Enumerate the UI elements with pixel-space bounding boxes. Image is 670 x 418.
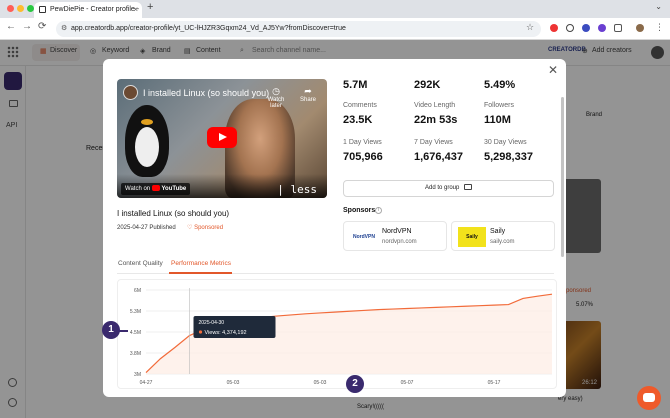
tab-list-dropdown[interactable]: ⌄ — [655, 2, 662, 11]
saily-logo-icon: Saily — [458, 227, 486, 247]
video-detail-modal: ✕ I installed Linux (so should you) ◷ Wat… — [103, 59, 566, 397]
annotation-marker-2: 2 — [346, 375, 364, 393]
info-icon[interactable]: i — [375, 207, 382, 214]
x-tick-label: 04-27 — [140, 380, 153, 386]
add-to-group-label: Add to group — [424, 185, 460, 191]
profile-avatar[interactable] — [636, 24, 644, 32]
sponsored-badge: ♡ Sponsored — [187, 224, 223, 231]
x-tick-label: 05-17 — [488, 380, 501, 386]
thirty-day-views-label: 30 Day Views — [484, 139, 527, 146]
engagement-value: 5.49% — [484, 79, 516, 91]
seven-day-views-label: 7 Day Views — [414, 139, 453, 146]
heart-icon: ♡ — [187, 225, 193, 231]
seven-day-views-value: 1,676,437 — [414, 151, 463, 163]
extension-red-icon[interactable] — [550, 24, 558, 32]
favicon-icon — [39, 6, 46, 13]
url-text: app.creatordb.app/creator-profile/yt_UC-… — [71, 25, 346, 32]
tux-penguin-image — [125, 105, 169, 177]
sponsors-heading: Sponsors — [343, 207, 376, 214]
watch-later-button[interactable]: ◷ Watch later — [261, 86, 291, 109]
forward-button[interactable]: → — [22, 21, 32, 32]
tab-performance-metrics[interactable]: Performance Metrics — [171, 260, 231, 267]
share-label: Share — [299, 97, 316, 103]
new-tab-button[interactable]: + — [147, 1, 153, 13]
clock-icon: ◷ — [272, 86, 280, 96]
sponsor-url: saily.com — [490, 239, 515, 245]
comments-label: Comments — [343, 102, 377, 109]
extension-purple-icon[interactable] — [598, 24, 606, 32]
comments-value: 23.5K — [343, 114, 373, 126]
one-day-views-value: 705,966 — [343, 151, 383, 163]
url-input[interactable]: ⚙ app.creatordb.app/creator-profile/yt_U… — [56, 21, 541, 37]
one-day-views-label: 1 Day Views — [343, 139, 382, 146]
youtube-logo-icon — [151, 185, 160, 192]
extension-circle-icon[interactable] — [566, 24, 574, 32]
site-info-icon[interactable]: ⚙ — [61, 21, 67, 37]
x-tick-label: 05-03 — [314, 380, 327, 386]
play-icon[interactable] — [207, 127, 237, 148]
share-button[interactable]: ➦ Share — [297, 86, 319, 103]
window-zoom-button[interactable] — [27, 5, 34, 12]
bookmark-star-icon[interactable]: ☆ — [526, 22, 534, 33]
add-to-group-button[interactable]: Add to group — [343, 180, 554, 197]
annotation-marker-1: 1 — [102, 321, 120, 339]
y-tick-label: 4.5M — [130, 330, 141, 336]
y-tick-label: 3.8M — [130, 351, 141, 357]
nordvpn-logo-icon: NordVPN — [353, 234, 375, 240]
extension-blue-icon[interactable] — [582, 24, 590, 32]
folder-plus-icon — [464, 184, 473, 191]
video-overlay-text: | less — [277, 183, 317, 196]
sponsor-card-saily[interactable]: Saily Saily saily.com — [451, 221, 555, 251]
performance-chart[interactable]: 3M 3.8M 4.5M 5.3M 6M 04-27 05-03 05-03 05-07 05-1… — [117, 279, 557, 389]
chat-support-button[interactable] — [637, 386, 661, 410]
performance-chart-svg: 3M 3.8M 4.5M 5.3M 6M 04-27 05-03 05-03 05-07 05-1… — [130, 288, 553, 386]
x-tick-label: 05-07 — [401, 380, 414, 386]
tooltip-date: 2025-04-30 — [199, 320, 225, 326]
browser-menu-icon[interactable]: ⋮ — [655, 22, 664, 33]
watch-on-youtube-button[interactable]: Watch on YouTube — [121, 183, 191, 195]
window-minimize-button[interactable] — [17, 5, 24, 12]
views-value: 5.7M — [343, 79, 368, 91]
sponsor-card-nordvpn[interactable]: NordVPN NordVPN nordvpn.com — [343, 221, 447, 251]
followers-value: 110M — [484, 114, 511, 126]
sponsor-url: nordvpn.com — [382, 239, 417, 245]
tab-content-quality[interactable]: Content Quality — [118, 260, 163, 267]
video-thumb-title[interactable]: I installed Linux (so should you) — [143, 88, 269, 98]
browser-tab-bar: PewDiePie - Creator profile - × + ⌄ — [0, 0, 670, 18]
tooltip-value: Views: 4,374,192 — [205, 330, 247, 336]
published-date: 2025-04-27 Published — [117, 225, 176, 231]
video-title: I installed Linux (so should you) — [117, 209, 230, 218]
sponsor-name: Saily — [490, 228, 506, 235]
likes-value: 292K — [414, 79, 441, 91]
youtube-label: YouTube — [161, 186, 187, 192]
video-length-label: Video Length — [414, 102, 456, 109]
x-tick-label: 05-03 — [227, 380, 240, 386]
video-length-value: 22m 53s — [414, 114, 458, 126]
followers-label: Followers — [484, 102, 514, 109]
y-tick-label: 3M — [134, 372, 141, 378]
tab-close-icon[interactable]: × — [133, 2, 138, 18]
channel-avatar[interactable] — [123, 85, 138, 100]
browser-tab-title: PewDiePie - Creator profile - — [50, 6, 140, 13]
video-player[interactable]: I installed Linux (so should you) ◷ Watch… — [117, 79, 327, 198]
share-icon: ➦ — [304, 86, 312, 96]
window-close-button[interactable] — [7, 5, 14, 12]
extensions-puzzle-icon[interactable] — [614, 24, 622, 32]
watch-on-label: Watch on — [125, 186, 151, 192]
sponsor-name: NordVPN — [382, 228, 412, 235]
reload-button[interactable]: ⟳ — [38, 21, 46, 32]
sponsored-label: Sponsored — [194, 225, 224, 231]
address-bar-row: ← → ⟳ ⚙ app.creatordb.app/creator-profil… — [0, 18, 670, 40]
tooltip-dot-icon — [198, 330, 203, 334]
thirty-day-views-value: 5,298,337 — [484, 151, 533, 163]
active-tab-indicator — [169, 272, 232, 274]
y-tick-label: 5.3M — [130, 309, 141, 315]
y-tick-label: 6M — [134, 288, 141, 294]
chat-bubble-icon — [643, 393, 655, 402]
back-button[interactable]: ← — [6, 21, 16, 32]
watch-later-label: Watch later — [267, 97, 285, 109]
browser-tab[interactable]: PewDiePie - Creator profile - × — [34, 2, 142, 18]
close-icon[interactable]: ✕ — [548, 63, 558, 77]
modal-scrollbar[interactable] — [561, 97, 564, 257]
